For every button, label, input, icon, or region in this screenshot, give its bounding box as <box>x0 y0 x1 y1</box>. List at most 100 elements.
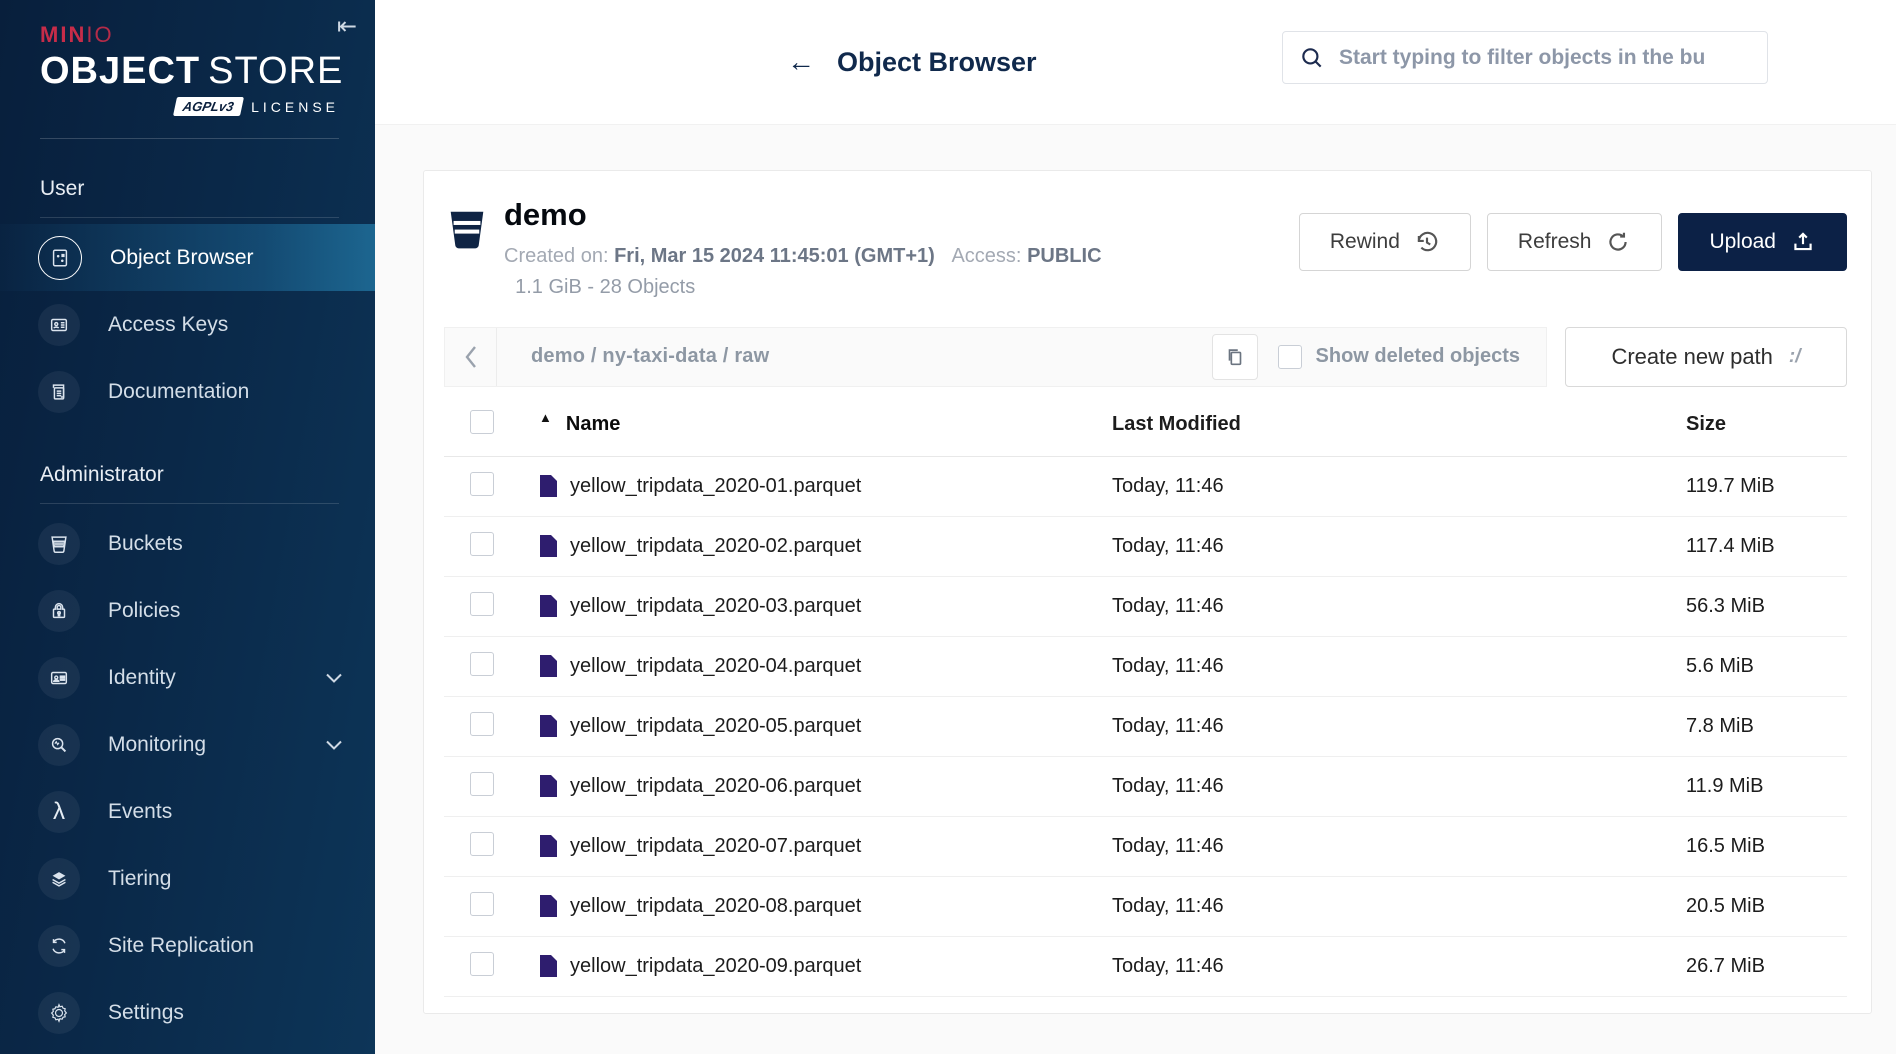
column-header-modified[interactable]: Last Modified <box>1112 413 1686 436</box>
upload-button[interactable]: Upload <box>1678 213 1847 271</box>
divider <box>40 503 339 504</box>
row-checkbox[interactable] <box>470 772 494 796</box>
sidebar-item-label: Object Browser <box>110 246 254 270</box>
sidebar-item-access-keys[interactable]: Access Keys <box>0 291 375 358</box>
bucket-name: demo <box>504 197 1299 233</box>
sidebar-item-object-browser[interactable]: Object Browser <box>0 224 375 291</box>
object-size: 16.5 MiB <box>1686 835 1847 858</box>
brand-name: MINIO <box>40 22 339 48</box>
row-checkbox[interactable] <box>470 712 494 736</box>
bucket-card: demo Created on: Fri, Mar 15 2024 11:45:… <box>423 170 1872 1014</box>
object-size: 117.4 MiB <box>1686 535 1847 558</box>
row-checkbox[interactable] <box>470 952 494 976</box>
row-checkbox[interactable] <box>470 532 494 556</box>
sidebar-item-label: Policies <box>108 599 180 623</box>
object-size: 7.8 MiB <box>1686 715 1847 738</box>
sidebar-item-label: Site Replication <box>108 934 254 958</box>
sidebar-item-label: Settings <box>108 1001 184 1025</box>
search-icon <box>1299 45 1325 71</box>
object-size: 56.3 MiB <box>1686 595 1847 618</box>
table-header-row: ▲ Name Last Modified Size <box>444 393 1847 457</box>
object-name: yellow_tripdata_2020-05.parquet <box>570 715 861 738</box>
upload-icon <box>1790 229 1816 255</box>
object-modified: Today, 11:46 <box>1112 955 1686 978</box>
back-arrow-icon[interactable]: ← <box>787 48 815 76</box>
row-checkbox[interactable] <box>470 832 494 856</box>
sidebar-item-monitoring[interactable]: Monitoring <box>0 711 375 778</box>
object-modified: Today, 11:46 <box>1112 595 1686 618</box>
policies-icon <box>38 590 80 632</box>
sidebar-item-identity[interactable]: Identity <box>0 644 375 711</box>
table-row[interactable]: yellow_tripdata_2020-05.parquet Today, 1… <box>444 697 1847 757</box>
brand-title: OBJECTSTORE <box>40 50 339 93</box>
sidebar-item-label: Events <box>108 800 172 824</box>
upload-label: Upload <box>1709 230 1776 254</box>
sidebar-item-buckets[interactable]: Buckets <box>0 510 375 577</box>
sidebar-item-label: Documentation <box>108 380 249 404</box>
rewind-button[interactable]: Rewind <box>1299 213 1471 271</box>
table-row[interactable]: yellow_tripdata_2020-08.parquet Today, 1… <box>444 877 1847 937</box>
brand-name-bold: MIN <box>40 22 86 47</box>
row-checkbox[interactable] <box>470 592 494 616</box>
table-row[interactable]: yellow_tripdata_2020-01.parquet Today, 1… <box>444 457 1847 517</box>
documentation-icon <box>38 371 80 413</box>
object-modified: Today, 11:46 <box>1112 775 1686 798</box>
table-row[interactable]: yellow_tripdata_2020-09.parquet Today, 1… <box>444 937 1847 997</box>
object-modified: Today, 11:46 <box>1112 475 1686 498</box>
main-area: ← Object Browser demo Created on: Fri, M… <box>375 0 1896 1054</box>
lambda-icon: λ <box>38 791 80 833</box>
refresh-label: Refresh <box>1518 230 1592 254</box>
sidebar-item-settings[interactable]: Settings <box>0 979 375 1046</box>
sidebar-item-site-replication[interactable]: Site Replication <box>0 912 375 979</box>
sidebar-item-tiering[interactable]: Tiering <box>0 845 375 912</box>
row-checkbox[interactable] <box>470 652 494 676</box>
rewind-label: Rewind <box>1330 230 1400 254</box>
brand-title-bold: OBJECT <box>40 50 200 92</box>
bucket-info: Created on: Fri, Mar 15 2024 11:45:01 (G… <box>504 241 1129 303</box>
parquet-file-icon <box>539 894 558 918</box>
sidebar-item-policies[interactable]: Policies <box>0 577 375 644</box>
path-strip: demo / ny-taxi-data / raw Show deleted o… <box>444 327 1547 387</box>
object-size: 20.5 MiB <box>1686 895 1847 918</box>
object-size: 5.6 MiB <box>1686 655 1847 678</box>
column-header-name[interactable]: ▲ Name <box>539 413 1112 436</box>
chevron-down-icon[interactable] <box>325 672 343 683</box>
object-name: yellow_tripdata_2020-01.parquet <box>570 475 861 498</box>
table-row[interactable]: yellow_tripdata_2020-06.parquet Today, 1… <box>444 757 1847 817</box>
sidebar-item-label: Access Keys <box>108 313 228 337</box>
table-row[interactable]: yellow_tripdata_2020-04.parquet Today, 1… <box>444 637 1847 697</box>
bucket-header: demo Created on: Fri, Mar 15 2024 11:45:… <box>424 171 1871 323</box>
license-row: AGPLv3 LICENSE <box>40 97 339 116</box>
license-label: LICENSE <box>251 99 339 115</box>
column-header-size[interactable]: Size <box>1686 413 1847 436</box>
sort-ascending-icon: ▲ <box>539 410 552 425</box>
table-row[interactable]: yellow_tripdata_2020-03.parquet Today, 1… <box>444 577 1847 637</box>
access-value: PUBLIC <box>1027 245 1101 267</box>
refresh-icon <box>1605 229 1631 255</box>
row-checkbox[interactable] <box>470 472 494 496</box>
monitoring-icon <box>38 724 80 766</box>
create-new-path-button[interactable]: Create new path :/ <box>1565 327 1847 387</box>
filter-objects-input[interactable] <box>1339 46 1751 70</box>
parquet-file-icon <box>539 714 558 738</box>
parquet-file-icon <box>539 474 558 498</box>
sidebar-item-label: Tiering <box>108 867 171 891</box>
sidebar-item-documentation[interactable]: Documentation <box>0 358 375 425</box>
topbar: ← Object Browser <box>375 0 1896 125</box>
breadcrumb[interactable]: demo / ny-taxi-data / raw <box>497 345 1212 368</box>
refresh-button[interactable]: Refresh <box>1487 213 1663 271</box>
navigate-back-button[interactable] <box>445 328 497 386</box>
sidebar-item-events[interactable]: λ Events <box>0 778 375 845</box>
table-row[interactable]: yellow_tripdata_2020-07.parquet Today, 1… <box>444 817 1847 877</box>
show-deleted-checkbox[interactable] <box>1278 345 1302 369</box>
chevron-left-icon <box>461 344 481 370</box>
collapse-sidebar-icon[interactable]: ⇤ <box>337 12 357 41</box>
tiering-layers-icon <box>38 858 80 900</box>
table-row[interactable]: yellow_tripdata_2020-02.parquet Today, 1… <box>444 517 1847 577</box>
select-all-checkbox[interactable] <box>470 410 494 434</box>
object-name: yellow_tripdata_2020-09.parquet <box>570 955 861 978</box>
copy-path-button[interactable] <box>1212 334 1258 380</box>
chevron-down-icon[interactable] <box>325 739 343 750</box>
object-name: yellow_tripdata_2020-02.parquet <box>570 535 861 558</box>
row-checkbox[interactable] <box>470 892 494 916</box>
